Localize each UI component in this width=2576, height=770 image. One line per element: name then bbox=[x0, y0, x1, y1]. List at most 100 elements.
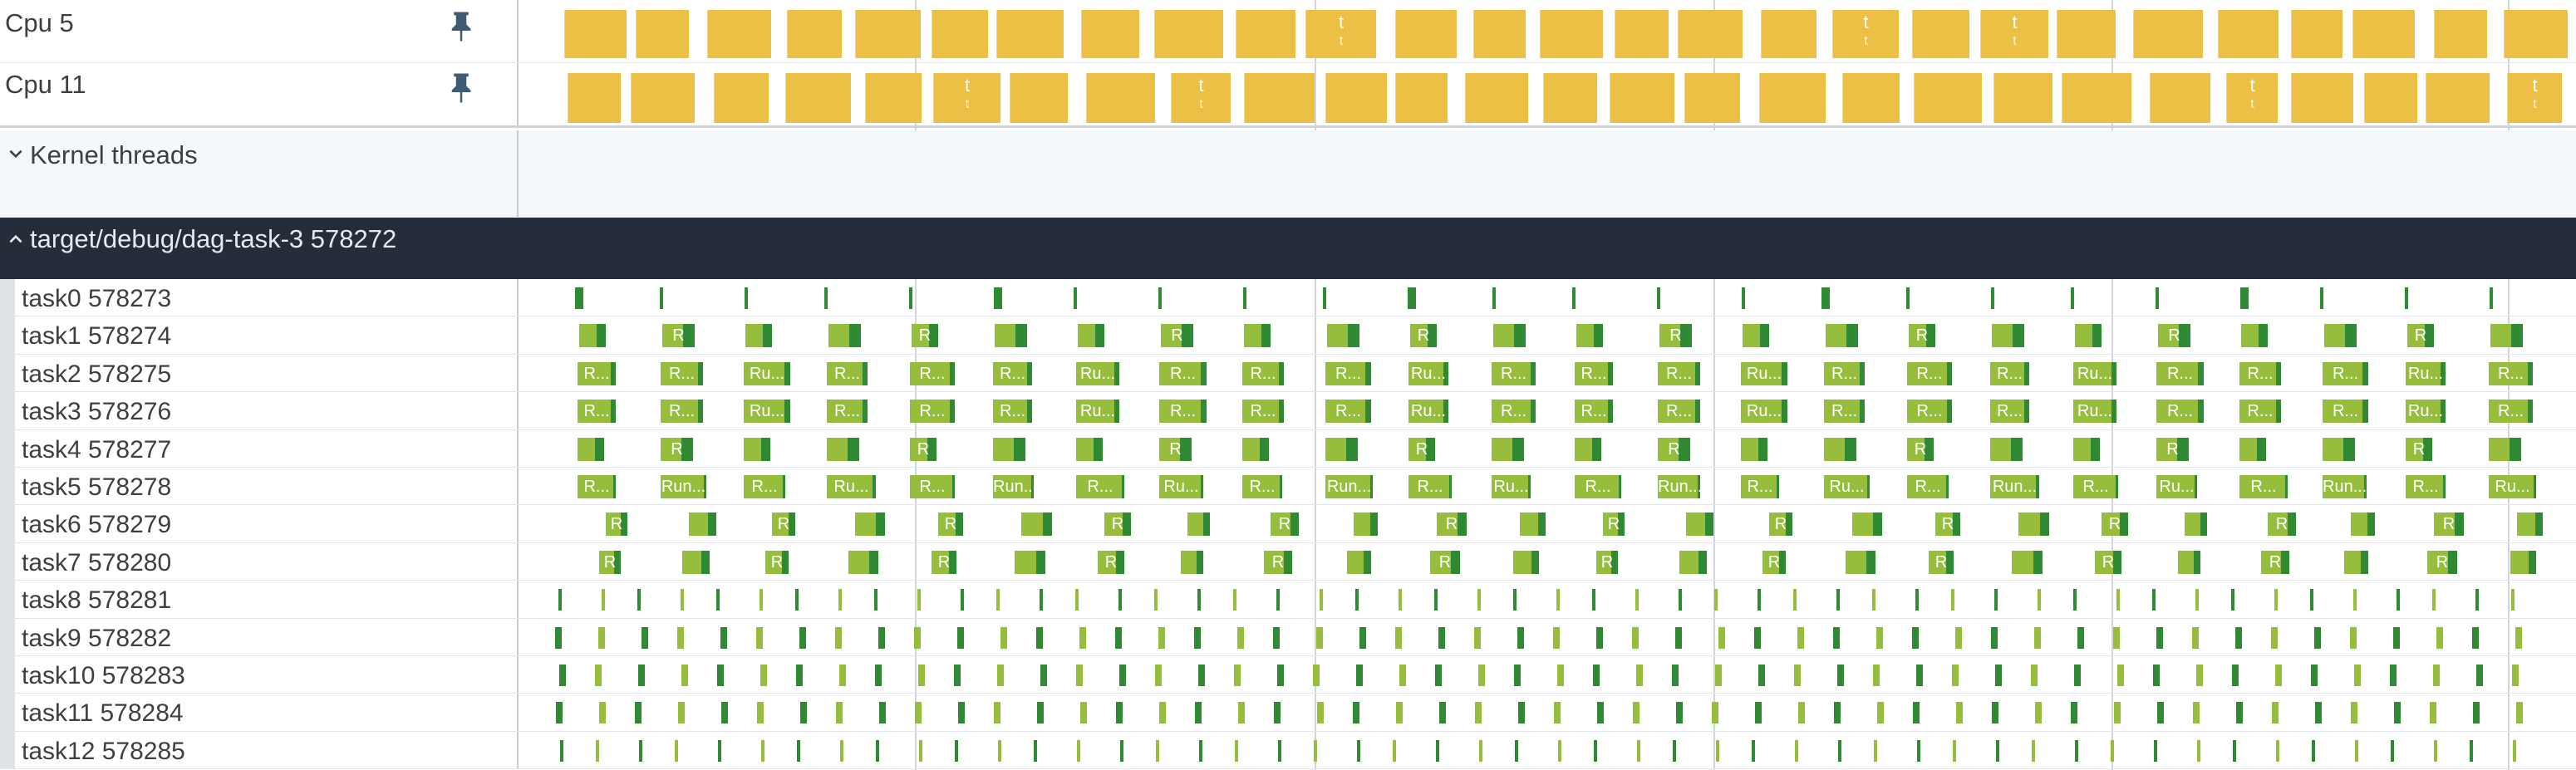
thread-tick[interactable] bbox=[1434, 589, 1438, 611]
thread-slice[interactable] bbox=[2324, 324, 2357, 348]
thread-slice[interactable]: R bbox=[765, 550, 789, 574]
thread-tick[interactable] bbox=[1637, 739, 1640, 762]
thread-slice[interactable] bbox=[2075, 324, 2102, 348]
cpu-track-area[interactable]: tttttttt bbox=[520, 63, 2576, 125]
thread-tick[interactable] bbox=[2512, 665, 2519, 686]
thread-tick[interactable] bbox=[2350, 626, 2357, 649]
thread-tick[interactable] bbox=[1712, 702, 1718, 724]
thread-slice[interactable]: R bbox=[1159, 437, 1192, 461]
thread-slice[interactable] bbox=[993, 437, 1025, 461]
thread-slice[interactable]: R... bbox=[744, 475, 785, 498]
thread-tick[interactable] bbox=[824, 287, 828, 309]
thread-tick[interactable] bbox=[996, 589, 1000, 611]
thread-slice[interactable] bbox=[1354, 513, 1378, 537]
thread-tick[interactable] bbox=[675, 739, 678, 762]
thread-tick[interactable] bbox=[721, 702, 728, 724]
thread-slice[interactable]: R bbox=[2158, 324, 2190, 348]
thread-tick[interactable] bbox=[1956, 702, 1963, 724]
thread-tick[interactable] bbox=[2315, 702, 2322, 724]
thread-tick[interactable] bbox=[602, 589, 605, 611]
thread-tick[interactable] bbox=[957, 626, 964, 649]
cpu-slice[interactable] bbox=[1325, 73, 1387, 123]
thread-tick[interactable] bbox=[2111, 739, 2114, 762]
thread-tick[interactable] bbox=[796, 665, 803, 686]
cpu-slice[interactable] bbox=[1236, 10, 1295, 58]
thread-slice[interactable] bbox=[1181, 550, 1203, 574]
chevron-up-icon[interactable] bbox=[7, 230, 25, 248]
thread-tick[interactable] bbox=[681, 665, 688, 686]
cpu-slice[interactable] bbox=[1473, 10, 1526, 58]
thread-slice[interactable] bbox=[1992, 324, 2024, 348]
thread-tick[interactable] bbox=[1317, 702, 1324, 724]
cpu-slice[interactable] bbox=[2062, 73, 2131, 123]
thread-tick[interactable] bbox=[1357, 739, 1360, 762]
thread-tick[interactable] bbox=[1515, 739, 1518, 762]
thread-tick[interactable] bbox=[745, 287, 748, 309]
thread-tick[interactable] bbox=[1553, 626, 1560, 649]
thread-tick[interactable] bbox=[839, 665, 846, 686]
thread-tick[interactable] bbox=[2275, 665, 2282, 686]
thread-tick[interactable] bbox=[878, 626, 885, 649]
thread-tick[interactable] bbox=[1278, 739, 1281, 762]
thread-tick[interactable] bbox=[1793, 589, 1797, 611]
thread-slice[interactable]: R... bbox=[1990, 400, 2029, 424]
thread-slice[interactable] bbox=[1852, 513, 1882, 537]
thread-tick[interactable] bbox=[1991, 626, 1998, 649]
thread-tick[interactable] bbox=[2034, 626, 2041, 649]
thread-tick[interactable] bbox=[1195, 702, 1202, 724]
thread-tick[interactable] bbox=[1359, 626, 1366, 649]
cpu-slice[interactable] bbox=[855, 10, 921, 58]
thread-track-area[interactable]: RRRRRRRR bbox=[520, 430, 2576, 467]
thread-tick[interactable] bbox=[1917, 739, 1920, 762]
thread-slice[interactable] bbox=[1021, 513, 1052, 537]
thread-tick[interactable] bbox=[1159, 702, 1166, 724]
thread-slice[interactable]: R... bbox=[1575, 400, 1613, 424]
thread-slice[interactable] bbox=[1990, 437, 2023, 461]
thread-slice[interactable] bbox=[1576, 324, 1603, 348]
thread-slice[interactable]: Ru... bbox=[827, 475, 876, 498]
thread-slice[interactable] bbox=[2241, 324, 2268, 348]
thread-slice[interactable]: R... bbox=[1159, 400, 1207, 424]
thread-slice[interactable] bbox=[1244, 324, 1271, 348]
thread-tick[interactable] bbox=[1277, 665, 1284, 686]
thread-tick[interactable] bbox=[1596, 626, 1603, 649]
cpu-slice[interactable] bbox=[636, 10, 689, 58]
thread-slice[interactable]: R... bbox=[827, 400, 868, 424]
thread-tick[interactable] bbox=[1996, 739, 1999, 762]
thread-tick[interactable] bbox=[2473, 702, 2480, 724]
thread-tick[interactable] bbox=[1955, 626, 1962, 649]
thread-tick[interactable] bbox=[1393, 739, 1396, 762]
thread-slice[interactable]: R bbox=[2268, 513, 2296, 537]
thread-slice[interactable]: R bbox=[1596, 550, 1618, 574]
thread-tick[interactable] bbox=[1632, 626, 1639, 649]
cpu-slice[interactable]: tt bbox=[1305, 10, 1376, 58]
thread-slice[interactable]: R bbox=[1762, 550, 1786, 574]
thread-slice[interactable]: Ru... bbox=[2406, 361, 2446, 385]
cpu-slice[interactable] bbox=[1615, 10, 1669, 58]
thread-tick[interactable] bbox=[2235, 626, 2242, 649]
thread-tick[interactable] bbox=[1435, 665, 1442, 686]
cpu-slice[interactable] bbox=[1086, 73, 1155, 123]
thread-tick[interactable] bbox=[2153, 665, 2160, 686]
thread-slice[interactable]: R... bbox=[1990, 361, 2029, 385]
thread-tick[interactable] bbox=[1154, 589, 1158, 611]
thread-slice[interactable]: R... bbox=[1492, 400, 1536, 424]
cpu-slice[interactable] bbox=[932, 10, 988, 58]
cpu-slice[interactable] bbox=[865, 73, 922, 123]
thread-slice[interactable]: R bbox=[1098, 550, 1124, 574]
cpu-slice[interactable]: tt bbox=[1171, 73, 1231, 123]
thread-slice[interactable]: R bbox=[1935, 513, 1960, 537]
thread-tick[interactable] bbox=[2436, 626, 2443, 649]
thread-tick[interactable] bbox=[2154, 739, 2157, 762]
thread-tick[interactable] bbox=[879, 702, 886, 724]
cpu-slice[interactable] bbox=[1759, 73, 1826, 123]
thread-tick[interactable] bbox=[2351, 702, 2357, 724]
thread-tick[interactable] bbox=[2073, 589, 2077, 611]
thread-tick[interactable] bbox=[919, 739, 922, 762]
thread-tick[interactable] bbox=[1243, 287, 1246, 309]
thread-tick[interactable] bbox=[1474, 626, 1481, 649]
cpu-slice[interactable] bbox=[2057, 10, 2116, 58]
thread-slice[interactable] bbox=[2489, 437, 2521, 461]
pin-icon[interactable] bbox=[449, 71, 474, 105]
thread-slice[interactable] bbox=[2510, 550, 2536, 574]
